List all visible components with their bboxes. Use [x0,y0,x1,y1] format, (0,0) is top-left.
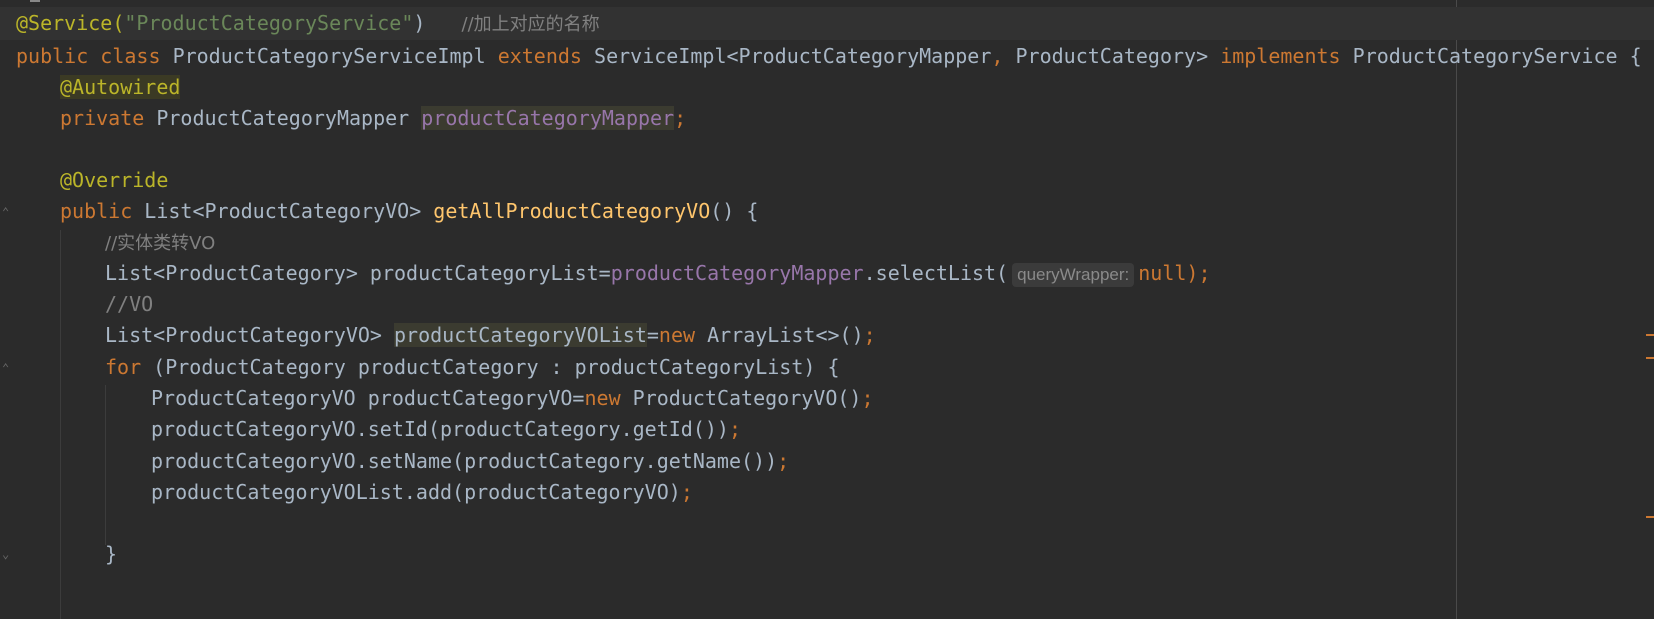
code-token: productCategoryVOList.add(productCategor… [151,480,681,504]
comment: //加上对应的名称 [461,14,600,35]
code-token: ProductCategoryVO() [632,386,862,410]
code-line[interactable]: productCategoryVO.setName(productCategor… [151,445,789,478]
code-token: ProductCategoryMapper [156,106,410,130]
code-token: ArrayList<>() [707,323,864,347]
annotation: @Override [60,168,169,192]
code-line[interactable]: @Autowired [60,71,181,104]
code-token: ServiceImpl<ProductCategoryMapper [594,44,992,68]
variable-name: productCategoryVOList [394,323,647,347]
annotation: @Service( [16,11,125,35]
code-line[interactable]: public class ProductCategoryServiceImpl … [16,40,1642,73]
code-line[interactable]: productCategoryVOList.add(productCategor… [151,476,693,509]
code-token: .selectList( [863,261,1009,285]
code-token: ProductCategoryVO productCategoryVO= [151,386,585,410]
error-stripe-marker[interactable] [1646,334,1654,336]
indent-guide [60,230,61,619]
parameter-hint: queryWrapper: [1012,263,1135,287]
code-token: = [646,323,659,347]
code-token: ; [728,417,742,441]
error-stripe-marker[interactable] [1646,357,1654,359]
fold-icon[interactable]: ⌄ [2,548,12,560]
code-line[interactable]: } [105,538,117,571]
code-line[interactable]: //VO [105,288,153,321]
class-name: ProductCategoryServiceImpl [172,44,486,68]
code-token: ; [863,323,876,347]
code-token: ; [674,106,687,130]
code-token: List<ProductCategoryVO> [105,323,382,347]
code-line[interactable]: public List<ProductCategoryVO> getAllPro… [60,195,758,228]
code-token: ; [861,386,874,410]
code-token: List<ProductCategory> productCategoryLis… [105,261,611,285]
code-token: ProductCategory> [1015,44,1209,68]
keyword: new [584,386,621,410]
scroll-indicator [30,0,40,2]
keyword: extends [497,44,582,68]
code-token: } [105,542,118,566]
keyword: public [16,44,89,68]
code-token: () { [710,199,759,223]
comment: //VO [105,292,154,316]
keyword: public [60,199,133,223]
code-line[interactable]: List<ProductCategory> productCategoryLis… [105,257,1211,290]
code-token: ) [413,11,426,35]
keyword: private [60,106,145,130]
code-token: ; [777,449,790,473]
code-token: (ProductCategory productCategory : produ… [153,355,840,379]
code-line[interactable]: List<ProductCategoryVO> productCategoryV… [105,319,876,352]
code-line[interactable]: @Override [60,164,168,197]
string-literal: "ProductCategoryService" [124,11,414,35]
keyword: for [105,355,142,379]
code-line[interactable]: productCategoryVO.setId(productCategory.… [151,413,741,446]
code-token: ); [1186,261,1211,285]
code-line[interactable]: for (ProductCategory productCategory : p… [105,351,840,384]
editor-gutter[interactable] [0,0,14,619]
code-line[interactable]: ProductCategoryVO productCategoryVO=new … [151,382,873,415]
code-token: ; [680,480,693,504]
code-token: ProductCategoryService { [1352,44,1642,68]
fold-icon[interactable]: ⌃ [2,206,12,218]
error-stripe-marker[interactable] [1646,516,1654,518]
indent-guide [105,385,106,545]
fold-icon[interactable]: ⌃ [2,362,12,374]
method-name: getAllProductCategoryVO [433,199,711,223]
code-line[interactable]: private ProductCategoryMapper productCat… [60,102,686,135]
field-name: productCategoryMapper [421,106,675,130]
keyword: new [658,323,696,347]
keyword: class [100,44,161,68]
field-name: productCategoryMapper [610,261,864,285]
right-margin-guide [1456,0,1457,619]
keyword: null [1138,261,1187,285]
code-token: productCategoryVO.setId(productCategory.… [151,417,729,441]
annotation: @Autowired [60,75,181,99]
keyword: implements [1220,44,1341,68]
code-token: List<ProductCategoryVO> [144,199,422,223]
comment: //实体类转VO [105,233,216,254]
code-line[interactable]: @Service("ProductCategoryService") //加上对… [0,7,1654,40]
code-editor[interactable]: ⌃ ⌃ ⌄ @Service("ProductCategoryService")… [0,0,1654,619]
code-token: , [991,44,1004,68]
code-token: productCategoryVO.setName(productCategor… [151,449,778,473]
code-line[interactable]: //实体类转VO [105,226,215,259]
